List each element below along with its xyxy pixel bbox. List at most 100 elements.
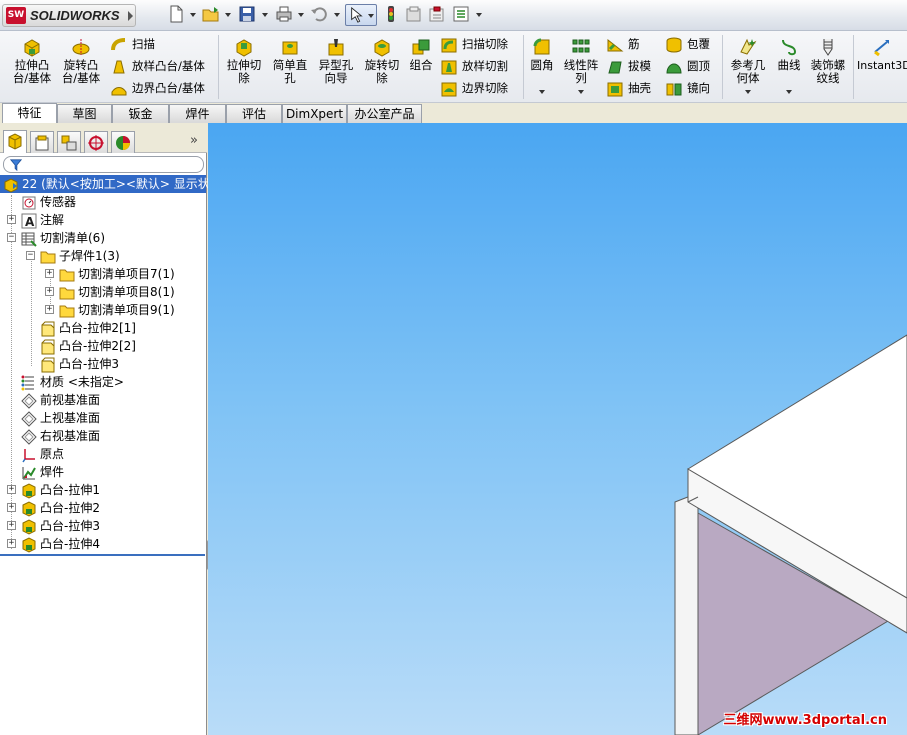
fillet-button[interactable]: 圆角 <box>527 37 557 72</box>
tab-features[interactable]: 特征 <box>2 103 57 123</box>
rollback-bar[interactable] <box>0 554 205 556</box>
new-dropdown-icon[interactable] <box>190 13 196 17</box>
dome-button[interactable]: 圆顶 <box>665 56 710 76</box>
configuration-manager-tab[interactable] <box>57 131 81 153</box>
swept-cut-button[interactable]: 扫描切除 <box>440 34 508 54</box>
tree-item-cut-list[interactable]: 切割清单(6) <box>21 229 105 247</box>
tree-root-part[interactable]: 22 (默认<按加工><默认> 显示状 <box>0 175 210 193</box>
draft-button[interactable]: 拔模 <box>606 56 651 76</box>
tree-item-annotations[interactable]: A 注解 <box>21 211 64 229</box>
options-dropdown-icon[interactable] <box>476 13 482 17</box>
tree-item-boss-extrude3[interactable]: 凸台-拉伸3 <box>21 517 100 535</box>
tree-item-cut-list-item-7[interactable]: 切割清单项目7(1) <box>59 265 175 283</box>
open-dropdown-icon[interactable] <box>225 13 231 17</box>
tree-item-material[interactable]: 材质 <未指定> <box>21 373 124 391</box>
tab-evaluate[interactable]: 评估 <box>226 104 282 123</box>
tree-item-cut-list-item-9[interactable]: 切割清单项目9(1) <box>59 301 175 319</box>
boundary-boss-button[interactable]: 边界凸台/基体 <box>110 78 205 98</box>
hole-wizard-button[interactable]: 异型孔 向导 <box>314 37 358 85</box>
extrude-cut-button[interactable]: 拉伸切 除 <box>222 37 266 85</box>
expand-panel-icon[interactable]: » <box>190 133 198 148</box>
tree-expand-toggle[interactable]: + <box>45 305 54 314</box>
tree-expand-toggle[interactable]: + <box>7 521 16 530</box>
extrude-boss-button[interactable]: 拉伸凸 台/基体 <box>10 37 54 85</box>
mirror-button[interactable]: 镜向 <box>665 78 710 98</box>
simple-hole-button[interactable]: 简单直 孔 <box>269 37 311 85</box>
file-properties-icon[interactable] <box>405 5 425 25</box>
boundary-cut-button[interactable]: 边界切除 <box>440 78 508 98</box>
fillet-dropdown-icon[interactable] <box>539 90 545 94</box>
tab-dimxpert[interactable]: DimXpert <box>282 104 347 123</box>
tree-item-weldment[interactable]: 焊件 <box>21 463 64 481</box>
combine-button[interactable]: 组合 <box>406 37 436 72</box>
ref-geometry-dropdown-icon[interactable] <box>745 90 751 94</box>
tree-expand-toggle[interactable]: + <box>7 503 16 512</box>
print-icon[interactable] <box>275 5 295 25</box>
curves-dropdown-icon[interactable] <box>786 90 792 94</box>
undo-dropdown-icon[interactable] <box>334 13 340 17</box>
solidworks-menu-button[interactable]: SW SOLIDWORKS <box>2 4 136 27</box>
origin-icon <box>21 447 37 463</box>
tree-item-body-extrude2-1[interactable]: 凸台-拉伸2[1] <box>40 319 136 337</box>
tree-item-boss-extrude4[interactable]: 凸台-拉伸4 <box>21 535 100 553</box>
options-icon[interactable] <box>428 5 448 25</box>
save-disk-icon[interactable] <box>238 5 258 25</box>
select-button[interactable] <box>345 4 377 26</box>
undo-icon[interactable] <box>310 5 330 25</box>
tree-expand-toggle[interactable]: + <box>45 269 54 278</box>
tab-sheet-metal[interactable]: 钣金 <box>112 104 169 123</box>
tree-item-body-extrude3[interactable]: 凸台-拉伸3 <box>40 355 119 373</box>
tree-item-label: 原点 <box>40 447 65 461</box>
feature-manager-tab[interactable] <box>3 130 27 153</box>
rebuild-traffic-light-icon[interactable] <box>382 5 402 25</box>
tab-sketch[interactable]: 草图 <box>57 104 112 123</box>
tree-item-label: 切割清单项目8(1) <box>78 285 175 299</box>
dimxpert-manager-tab[interactable] <box>84 131 108 153</box>
tree-item-body-extrude2-2[interactable]: 凸台-拉伸2[2] <box>40 337 136 355</box>
boundary-boss-icon <box>110 80 128 98</box>
instant3d-button[interactable]: Instant3D <box>857 37 907 72</box>
shell-button[interactable]: 抽壳 <box>606 78 651 98</box>
tree-item-boss-extrude2[interactable]: 凸台-拉伸2 <box>21 499 100 517</box>
tree-expand-toggle[interactable]: + <box>45 287 54 296</box>
revolve-boss-button[interactable]: 旋转凸 台/基体 <box>58 37 104 85</box>
revolve-cut-button[interactable]: 旋转切 除 <box>360 37 404 85</box>
tree-item-origin[interactable]: 原点 <box>21 445 64 463</box>
loft-boss-button[interactable]: 放样凸台/基体 <box>110 56 205 76</box>
shell-icon <box>606 80 624 98</box>
display-manager-tab[interactable] <box>111 131 135 153</box>
tree-item-boss-extrude1[interactable]: 凸台-拉伸1 <box>21 481 100 499</box>
tree-expand-toggle[interactable]: + <box>7 215 16 224</box>
open-folder-icon[interactable] <box>202 5 222 25</box>
rib-button[interactable]: 筋 <box>606 34 640 54</box>
tree-expand-toggle[interactable]: + <box>7 485 16 494</box>
pattern-dropdown-icon[interactable] <box>578 90 584 94</box>
tree-item-cut-list-item-8[interactable]: 切割清单项目8(1) <box>59 283 175 301</box>
tree-collapse-toggle[interactable]: − <box>7 233 16 242</box>
tree-item-front-plane[interactable]: 前视基准面 <box>21 391 100 409</box>
wrap-button[interactable]: 包覆 <box>665 34 710 54</box>
feature-tree-filter[interactable] <box>3 156 204 173</box>
dimxpert-crosshair-icon <box>88 135 104 151</box>
property-manager-tab[interactable] <box>30 131 54 153</box>
lofted-cut-button[interactable]: 放样切割 <box>440 56 508 76</box>
tree-item-right-plane[interactable]: 右视基准面 <box>21 427 100 445</box>
new-document-icon[interactable] <box>167 5 187 25</box>
sweep-button[interactable]: 扫描 <box>110 34 155 54</box>
tree-expand-toggle[interactable]: + <box>7 539 16 548</box>
linear-pattern-button[interactable]: 线性阵 列 <box>560 37 602 85</box>
tree-item-sensors[interactable]: 传感器 <box>21 193 76 211</box>
tab-weldments[interactable]: 焊件 <box>169 104 226 123</box>
cosmetic-thread-button[interactable]: 装饰螺 纹线 <box>807 37 849 85</box>
tree-collapse-toggle[interactable]: − <box>26 251 35 260</box>
filter-funnel-icon <box>10 159 22 171</box>
tab-office-products[interactable]: 办公室产品 <box>347 104 422 123</box>
save-dropdown-icon[interactable] <box>262 13 268 17</box>
list-options-icon[interactable] <box>452 5 472 25</box>
print-dropdown-icon[interactable] <box>298 13 304 17</box>
reference-geometry-button[interactable]: 参考几 何体 <box>727 37 769 85</box>
tree-item-sub-weldment[interactable]: 子焊件1(3) <box>40 247 120 265</box>
graphics-viewport[interactable]: 三维网www.3dportal.cn <box>208 123 907 735</box>
curves-button[interactable]: 曲线 <box>774 37 804 72</box>
tree-item-top-plane[interactable]: 上视基准面 <box>21 409 100 427</box>
